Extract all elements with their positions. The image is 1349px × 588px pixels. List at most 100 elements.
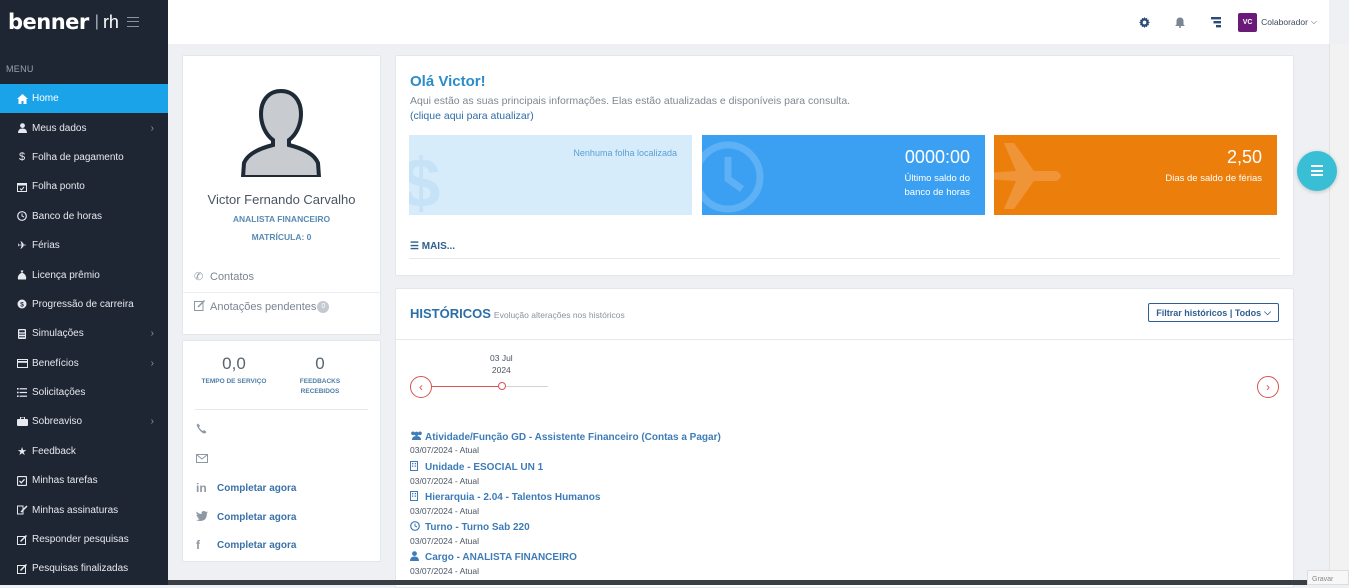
linkedin-complete-link[interactable]: Completar agora bbox=[217, 483, 296, 494]
sidebar-item-minhas-assinaturas[interactable]: Minhas assinaturas bbox=[0, 495, 168, 524]
timeline-year: 2024 bbox=[491, 365, 511, 375]
twitter-row[interactable]: Completar agora bbox=[196, 510, 296, 524]
more-link[interactable]: ☰ MAIS... bbox=[410, 241, 455, 252]
facebook-row[interactable]: f Completar agora bbox=[196, 538, 296, 552]
refresh-link[interactable]: (clique aqui para atualizar) bbox=[410, 110, 534, 122]
phone-volume-icon: ✆ bbox=[194, 271, 204, 283]
history-item[interactable]: Cargo - ANALISTA FINANCEIRO 03/07/2024 -… bbox=[410, 551, 577, 576]
history-item[interactable]: Turno - Turno Sab 220 03/07/2024 - Atual bbox=[410, 521, 530, 546]
sidebar-item-simulacoes[interactable]: Simulações › bbox=[0, 319, 168, 348]
clock-icon bbox=[702, 141, 764, 213]
profile-avatar bbox=[240, 87, 322, 179]
email-row bbox=[196, 452, 217, 466]
sidebar-item-licenca-premio[interactable]: Licença prêmio bbox=[0, 260, 168, 289]
linkedin-row[interactable]: in Completar agora bbox=[196, 481, 296, 495]
sidebar-item-home[interactable]: Home bbox=[0, 84, 168, 114]
chevron-right-icon: › bbox=[1266, 380, 1270, 394]
divider bbox=[183, 292, 380, 293]
sidebar-item-folha-ponto[interactable]: Folha ponto bbox=[0, 172, 168, 201]
money-bag-icon bbox=[12, 270, 32, 280]
sidebar-item-minhas-tarefas[interactable]: Minhas tarefas bbox=[0, 466, 168, 495]
gear-icon[interactable] bbox=[1126, 16, 1162, 28]
sidebar-item-label: Licença prêmio bbox=[32, 269, 100, 281]
sidebar-item-pesquisas-finalizadas[interactable]: Pesquisas finalizadas bbox=[0, 554, 168, 583]
more-label: MAIS... bbox=[421, 241, 456, 252]
history-item-title: Cargo - ANALISTA FINANCEIRO bbox=[410, 551, 577, 564]
clock-icon bbox=[12, 211, 32, 222]
chevron-right-icon: › bbox=[150, 357, 154, 369]
sidebar-item-label: Folha ponto bbox=[32, 181, 85, 193]
calculator-icon bbox=[12, 328, 32, 339]
service-time-label: TEMPO DE SERVIÇO bbox=[201, 378, 267, 385]
welcome-card: Olá Victor! Aqui estão as suas principai… bbox=[395, 55, 1294, 276]
sidebar-item-sobreaviso[interactable]: Sobreaviso › bbox=[0, 407, 168, 436]
facebook-icon: f bbox=[196, 538, 200, 552]
timeline-prev-button[interactable]: ‹ bbox=[410, 376, 432, 398]
profile-matricula: MATRÍCULA: 0 bbox=[251, 232, 312, 242]
sidebar-item-beneficios[interactable]: Benefícios › bbox=[0, 349, 168, 378]
logo-rh: rh bbox=[102, 11, 119, 32]
history-item-date: 03/07/2024 - Atual bbox=[410, 506, 480, 516]
history-filter-button[interactable]: Filtrar históricos | Todos ⌵ bbox=[1148, 303, 1279, 322]
sidebar-item-responder-pesquisas[interactable]: Responder pesquisas bbox=[0, 525, 168, 554]
feedbacks-label: FEEDBACKS RECEBIDOS bbox=[283, 377, 357, 397]
profile-role: ANALISTA FINANCEIRO bbox=[232, 214, 331, 224]
bottom-bar bbox=[168, 580, 1329, 585]
welcome-subtitle: Aqui estão as suas principais informaçõe… bbox=[410, 95, 851, 107]
sidebar-item-banco-horas[interactable]: Banco de horas bbox=[0, 202, 168, 231]
edit-icon bbox=[12, 534, 32, 545]
sidebar-item-label: Responder pesquisas bbox=[32, 534, 129, 546]
page-scrollbar[interactable] bbox=[1329, 44, 1349, 585]
chevron-down-icon: ⌵ bbox=[1264, 307, 1271, 317]
timeline-next-button[interactable]: › bbox=[1257, 376, 1279, 398]
sidebar-item-feedback[interactable]: ★ Feedback bbox=[0, 437, 168, 466]
history-filter-label: Filtrar históricos | Todos bbox=[1156, 307, 1262, 318]
floating-menu-button[interactable] bbox=[1297, 151, 1337, 191]
history-item-label: Cargo - ANALISTA FINANCEIRO bbox=[425, 552, 577, 563]
chevron-down-icon[interactable]: ⌵ bbox=[1311, 17, 1317, 27]
sidebar-item-solicitacoes[interactable]: Solicitações bbox=[0, 378, 168, 407]
sidebar-item-ferias[interactable]: ✈ Férias bbox=[0, 231, 168, 260]
menu-icon bbox=[1311, 165, 1323, 176]
twitter-complete-link[interactable]: Completar agora bbox=[217, 512, 296, 523]
sidebar-item-meus-dados[interactable]: Meus dados › bbox=[0, 113, 168, 142]
user-avatar[interactable]: VC bbox=[1238, 12, 1258, 32]
tasks-icon[interactable] bbox=[1198, 16, 1234, 28]
sidebar-item-label: Progressão de carreira bbox=[32, 298, 134, 310]
hours-bank-label: Último saldo do banco de horas bbox=[905, 172, 971, 200]
benner-logo[interactable]: benner bbox=[8, 10, 89, 34]
corner-badge[interactable]: Gravar bbox=[1307, 570, 1349, 585]
history-card: HISTÓRICOS Evolução alterações nos histór… bbox=[395, 288, 1294, 588]
history-item-date: 03/07/2024 - Atual bbox=[410, 445, 480, 455]
facebook-complete-link[interactable]: Completar agora bbox=[217, 540, 296, 551]
history-item[interactable]: Unidade - ESOCIAL UN 1 03/07/2024 - Atua… bbox=[410, 461, 543, 486]
feedbacks-label-line1: FEEDBACKS bbox=[299, 378, 341, 385]
hours-bank-tile[interactable]: 0000:00 Último saldo do banco de horas bbox=[702, 135, 985, 215]
pending-notes-link[interactable]: Anotações pendentes 0 bbox=[194, 299, 330, 314]
sidebar-item-label: Home bbox=[32, 93, 59, 105]
vacation-tile[interactable]: 2,50 Dias de saldo de férias bbox=[994, 135, 1277, 215]
logo-separator: | bbox=[94, 13, 99, 30]
sidebar-item-progressao-carreira[interactable]: $ Progressão de carreira bbox=[0, 290, 168, 319]
sidebar: benner | rh MENU Home Meus dados › $ Fol… bbox=[0, 0, 168, 585]
menu-toggle-icon[interactable] bbox=[126, 17, 139, 27]
service-time-value: 0,0 bbox=[222, 354, 246, 373]
sidebar-item-label: Benefícios bbox=[32, 357, 79, 369]
contacts-link[interactable]: ✆ Contatos bbox=[194, 270, 254, 284]
bell-icon[interactable] bbox=[1162, 17, 1198, 28]
sidebar-item-folha-pagamento[interactable]: $ Folha de pagamento bbox=[0, 143, 168, 172]
topbar-actions: VC Colaborador ⌵ bbox=[1126, 0, 1317, 44]
user-role[interactable]: Colaborador bbox=[1261, 17, 1308, 27]
vacation-days-label: Dias de saldo de férias bbox=[1165, 173, 1262, 184]
building-icon bbox=[410, 491, 425, 504]
payslip-tile[interactable]: $ Nenhuma folha localizada bbox=[409, 135, 692, 215]
timeline-point[interactable] bbox=[498, 382, 506, 390]
history-item[interactable]: Hierarquia - 2.04 - Talentos Humanos 03/… bbox=[410, 491, 600, 516]
logo-bar: benner | rh bbox=[0, 0, 168, 44]
hours-bank-label-line2: banco de horas bbox=[904, 187, 971, 198]
building-icon bbox=[410, 461, 425, 474]
pending-notes-label: Anotações pendentes bbox=[210, 301, 317, 313]
sidebar-item-label: Simulações bbox=[32, 328, 84, 340]
history-item[interactable]: Atividade/Função GD - Assistente Finance… bbox=[410, 431, 721, 455]
history-item-title: Atividade/Função GD - Assistente Finance… bbox=[410, 431, 721, 443]
